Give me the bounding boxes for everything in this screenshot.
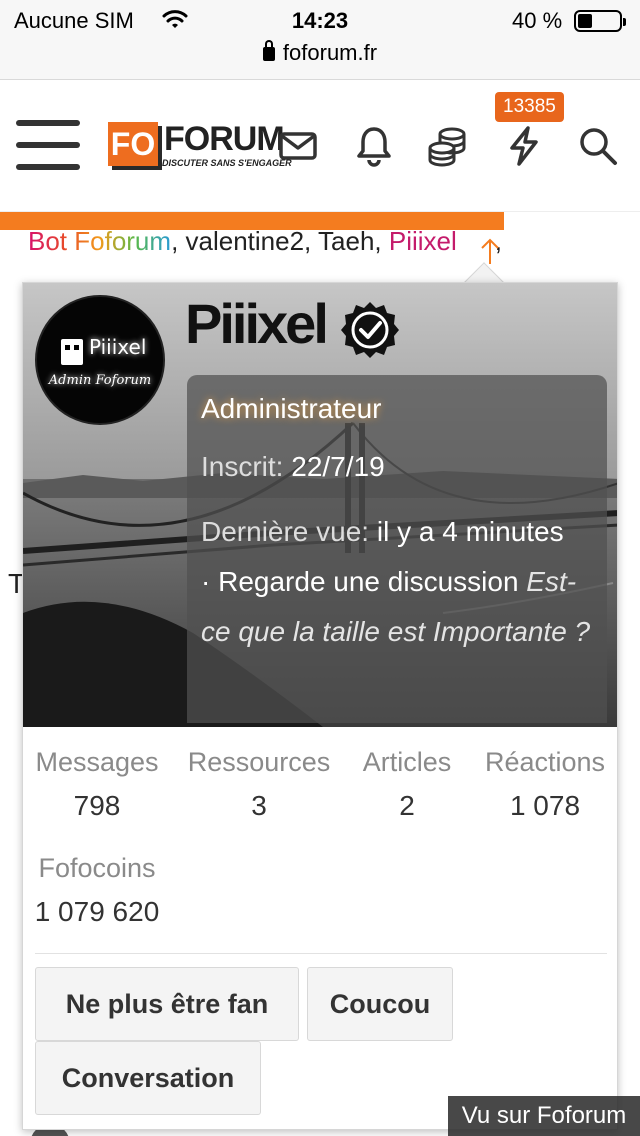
current-activity: · Regarde une discussion (201, 566, 519, 597)
avatar[interactable]: Piiixel Admin Foforum (35, 295, 165, 425)
stat-resources[interactable]: Ressources 3 (183, 747, 335, 822)
stat-value: 1 079 620 (34, 896, 160, 927)
bell-icon[interactable] (352, 124, 396, 168)
battery-percent: 40 % (512, 8, 563, 33)
battery-icon (574, 10, 626, 32)
lightning-icon[interactable] (502, 124, 546, 168)
username[interactable]: Piiixel (185, 291, 329, 356)
stat-fofocoins[interactable]: Fofocoins 1 079 620 (27, 853, 167, 928)
logo-forum: FORUM (164, 120, 285, 158)
url-text: foforum.fr (282, 40, 378, 65)
joined-value: 22/7/19 (291, 451, 385, 482)
site-logo[interactable]: FO FORUM DISCUTER SANS S'ENGAGER (104, 120, 292, 172)
coins-icon[interactable] (426, 124, 470, 168)
logo-tagline: DISCUTER SANS S'ENGAGER (162, 158, 292, 168)
stat-label: Articles (362, 747, 452, 777)
lock-icon (262, 40, 275, 61)
text-cursor-icon (481, 238, 499, 264)
stat-value: 3 (251, 790, 267, 821)
watermark: Vu sur Foforum (448, 1096, 640, 1136)
stat-value: 798 (73, 790, 121, 821)
avatar-name: Piiixel (89, 335, 147, 359)
avatar-robot-icon (61, 339, 83, 365)
online-user-bot[interactable]: Bot Foforum (28, 226, 171, 256)
search-icon[interactable] (576, 124, 620, 168)
stat-articles[interactable]: Articles 2 (353, 747, 461, 822)
profile-banner: Piiixel Admin Foforum Piiixel Administra… (23, 283, 617, 727)
stat-label: Réactions (484, 747, 606, 777)
online-users-line: Bot Foforum, valentine2, Taeh, Piiixel, (28, 226, 502, 257)
member-info-panel: Administrateur Inscrit: 22/7/19 Dernière… (187, 375, 607, 723)
menu-icon[interactable] (16, 120, 80, 172)
last-seen: Dernière vue: il y a 4 minutes · Regarde… (201, 507, 601, 657)
stat-label: Messages (35, 747, 159, 777)
stat-value: 2 (399, 790, 415, 821)
notification-count-badge[interactable]: 13385 (495, 92, 564, 122)
avatar-subtitle: Admin Foforum (48, 373, 152, 388)
conversation-button[interactable]: Conversation (35, 1041, 261, 1115)
member-tooltip-card: Piiixel Admin Foforum Piiixel Administra… (22, 282, 618, 1130)
url-bar[interactable]: foforum.fr (0, 40, 640, 66)
divider (35, 953, 607, 954)
member-role: Administrateur (201, 393, 382, 424)
hello-button[interactable]: Coucou (307, 967, 453, 1041)
verified-badge-icon (341, 302, 399, 358)
online-users-list[interactable]: , valentine2, Taeh, (171, 226, 389, 256)
last-seen-label: Dernière vue: (201, 516, 370, 547)
stat-label: Ressources (187, 747, 331, 777)
status-bar: Aucune SIM 14:23 40 % foforum.fr (0, 0, 640, 80)
stat-label: Fofocoins (38, 853, 156, 883)
joined-date: Inscrit: 22/7/19 (201, 451, 385, 483)
stat-value: 1 078 (509, 790, 581, 821)
last-seen-value: il y a 4 minutes (376, 516, 564, 547)
mail-icon[interactable] (276, 124, 320, 168)
stat-messages[interactable]: Messages 798 (27, 747, 167, 822)
logo-fo: FO (108, 122, 158, 166)
stat-reactions[interactable]: Réactions 1 078 (477, 747, 613, 822)
online-user-admin[interactable]: Piiixel (389, 226, 457, 256)
unfan-button[interactable]: Ne plus être fan (35, 967, 299, 1041)
joined-label: Inscrit: (201, 451, 284, 482)
